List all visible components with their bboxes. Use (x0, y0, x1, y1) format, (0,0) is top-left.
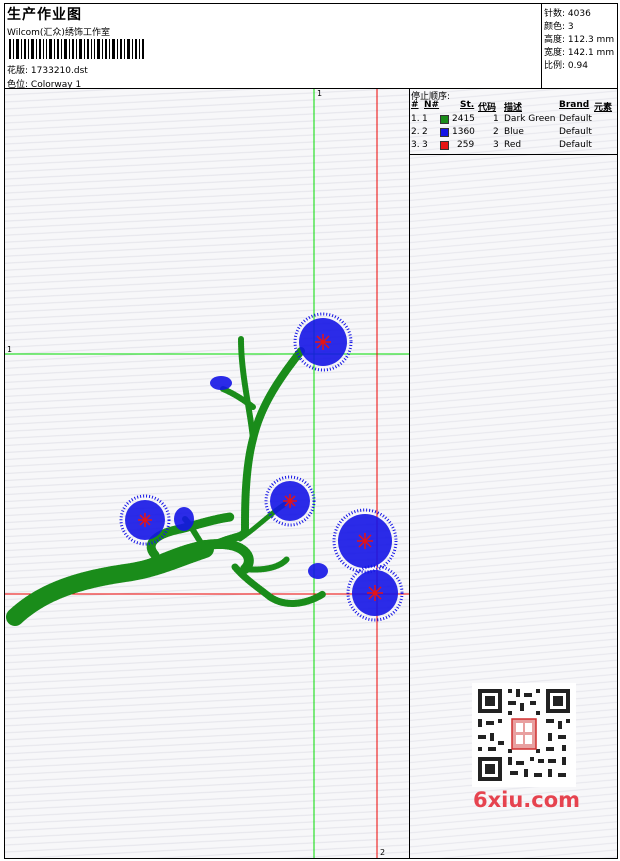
row-needle: 1 (422, 114, 428, 124)
stat-label: 宽度: (544, 48, 566, 58)
sequence-divider (410, 154, 617, 155)
table-row[interactable]: 2. 2 1360 2 Blue Default (410, 126, 617, 139)
row-code: 1 (493, 114, 499, 124)
stat-value: 4036 (567, 9, 591, 19)
col-header-stitches: St. (460, 100, 475, 110)
row-description: Blue (504, 127, 524, 137)
col-header-index: # (411, 100, 419, 110)
color-swatch (440, 128, 449, 137)
guide-label-red-v: 2 (380, 848, 386, 857)
row-stitches: 259 (457, 140, 475, 150)
branch-stitches (6, 336, 327, 626)
row-stitches: 1360 (452, 127, 475, 137)
row-needle: 2 (422, 127, 428, 137)
stat-height: 高度: 112.3 mm (544, 32, 614, 45)
header-info: 生产作业图 Wilcom(汇众)绣饰工作室 花版: 1733210.dst 色位… (5, 4, 541, 90)
stat-value: 3 (567, 22, 574, 32)
stats-box: 针数: 4036 颜色: 3 高度: 112.3 mm 宽度: 142.1 mm… (541, 3, 618, 89)
col-header-code: 代码 (478, 103, 497, 113)
stat-stitches: 针数: 4036 (544, 6, 591, 19)
row-brand: Default (559, 140, 592, 150)
stat-value: 112.3 mm (567, 35, 615, 45)
row-index: 3. (411, 140, 420, 150)
guide-label-green-v: 1 (317, 89, 323, 98)
stat-label: 颜色: (544, 22, 566, 32)
guide-label-green-h: 1 (7, 345, 13, 354)
table-row[interactable]: 3. 3 259 3 Red Default (410, 139, 617, 152)
row-code: 3 (493, 140, 499, 150)
watermark-brand: 6xiu.com (473, 788, 581, 812)
stat-value: 0.94 (567, 61, 588, 71)
row-index: 2. (411, 127, 420, 137)
qr-code-icon (472, 683, 576, 787)
col-header-brand: Brand (559, 100, 590, 110)
stat-colors: 颜色: 3 (544, 19, 574, 32)
row-index: 1. (411, 114, 420, 124)
flower-stitches (119, 312, 404, 622)
page-subtitle: Wilcom(汇众)绣饰工作室 (7, 28, 110, 38)
barcode-icon (9, 39, 144, 59)
file-name: 1733210.dst (30, 66, 88, 76)
row-description: Red (504, 140, 522, 150)
table-row[interactable]: 1. 1 2415 1 Dark Green Default (410, 113, 617, 126)
color-swatch (440, 141, 449, 150)
stat-label: 针数: (544, 9, 566, 19)
stat-width: 宽度: 142.1 mm (544, 45, 614, 58)
stat-label: 高度: (544, 35, 566, 45)
design-canvas[interactable]: 1 1 2 (5, 89, 409, 858)
row-brand: Default (559, 127, 592, 137)
row-needle: 3 (422, 140, 428, 150)
color-swatch (440, 115, 449, 124)
col-header-description: 描述 (504, 103, 523, 113)
stat-value: 142.1 mm (567, 48, 615, 58)
table-header: # N# St. 代码 描述 Brand 元素 (410, 100, 617, 113)
row-brand: Default (559, 114, 592, 124)
embroidery-design (5, 89, 409, 858)
page-title: 生产作业图 (7, 7, 82, 23)
col-header-needle: N# (424, 100, 440, 110)
stat-scale: 比例: 0.94 (544, 58, 588, 71)
row-stitches: 2415 (452, 114, 475, 124)
row-code: 2 (493, 127, 499, 137)
col-header-element: 元素 (594, 103, 613, 113)
row-description: Dark Green (504, 114, 556, 124)
file-label: 花版: (7, 66, 29, 76)
design-file-line: 花版: 1733210.dst (7, 63, 88, 76)
stat-label: 比例: (544, 61, 566, 71)
